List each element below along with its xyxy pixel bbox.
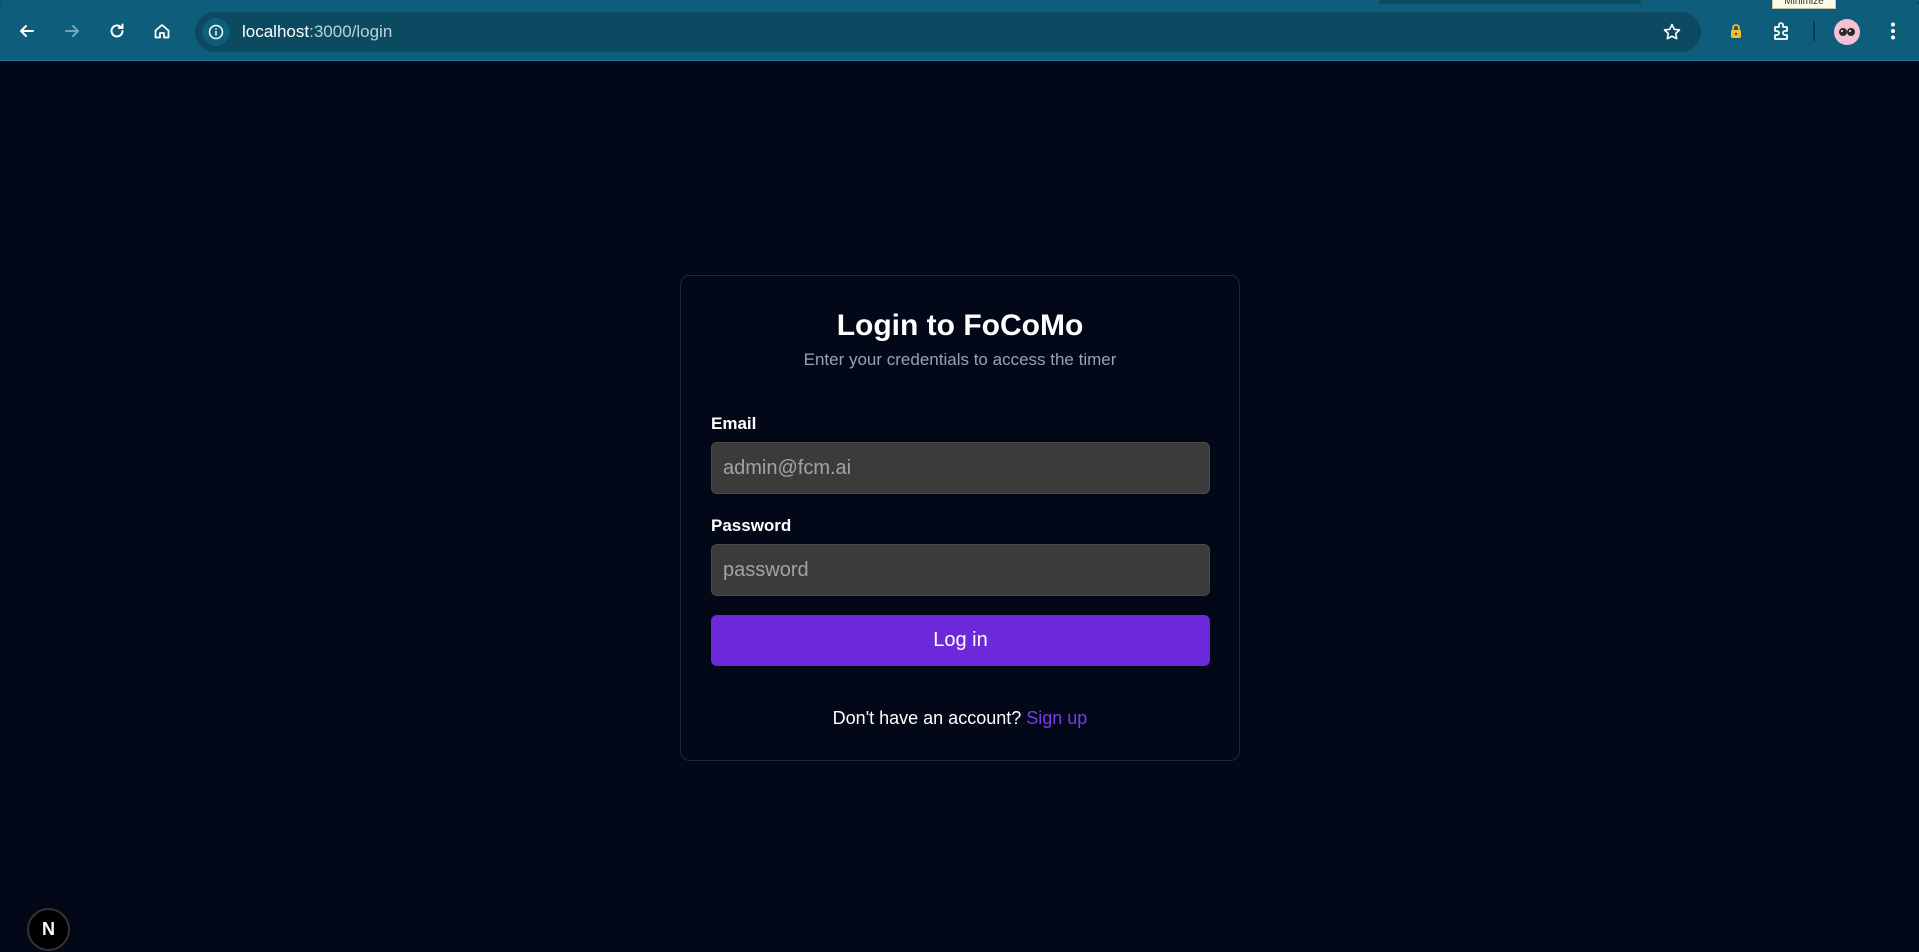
site-info-button[interactable] <box>202 18 230 46</box>
arrow-right-icon <box>65 25 79 37</box>
back-button[interactable] <box>10 14 44 48</box>
address-bar[interactable]: localhost:3000/login <box>195 12 1701 52</box>
puzzle-icon <box>1774 22 1788 40</box>
browser-toolbar: Minimize localhost:3000/login <box>0 0 1919 61</box>
login-subtitle: Enter your credentials to access the tim… <box>803 350 1117 369</box>
profile-avatar-icon <box>1839 28 1855 36</box>
url-host: localhost <box>242 22 310 41</box>
url-path: :3000/login <box>309 22 393 41</box>
home-button[interactable] <box>145 14 179 48</box>
kebab-menu-icon <box>1891 22 1895 40</box>
profile-avatar[interactable] <box>1834 19 1860 45</box>
extensions-button[interactable] <box>1767 16 1797 46</box>
home-icon <box>154 24 170 39</box>
password-label: Password <box>711 516 792 535</box>
lock-icon <box>1731 24 1741 38</box>
signup-prompt-line: Don't have an account? Sign up <box>681 708 1239 729</box>
tab-strip <box>0 0 1919 4</box>
browser-menu-button[interactable] <box>1878 16 1908 46</box>
email-field[interactable] <box>711 442 1210 494</box>
info-icon <box>208 24 224 40</box>
arrow-left-icon <box>20 25 34 37</box>
url-text: localhost:3000/login <box>242 22 392 42</box>
extension-lock-button[interactable] <box>1721 16 1751 46</box>
minimize-tooltip: Minimize <box>1772 0 1836 9</box>
login-card: Login to FoCoMo Enter your credentials t… <box>680 275 1240 761</box>
password-field[interactable] <box>711 544 1210 596</box>
signup-link[interactable]: Sign up <box>1026 708 1087 728</box>
reload-icon <box>110 23 124 38</box>
bookmark-star-button[interactable] <box>1661 21 1683 43</box>
nextjs-logo-icon: N <box>42 919 55 939</box>
login-title: Login to FoCoMo <box>836 309 1084 342</box>
toolbar-divider <box>1813 21 1815 41</box>
star-icon <box>1663 23 1681 40</box>
signup-prompt-text: Don't have an account? <box>832 708 1022 728</box>
login-button[interactable]: Log in <box>711 615 1210 666</box>
forward-button[interactable] <box>55 14 89 48</box>
email-label: Email <box>711 414 757 433</box>
reload-button[interactable] <box>100 14 134 48</box>
nextjs-dev-indicator[interactable]: N <box>27 908 70 951</box>
